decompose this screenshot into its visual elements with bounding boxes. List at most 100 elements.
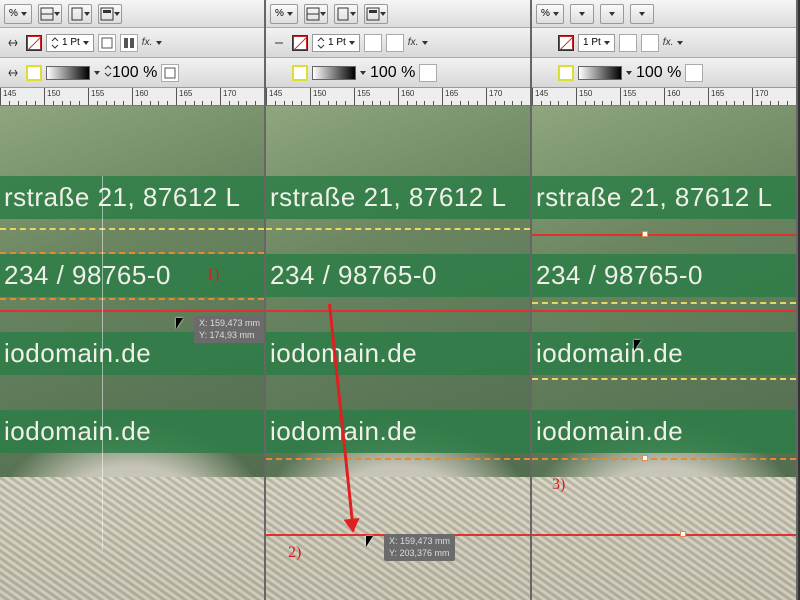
grid-icon	[306, 7, 320, 21]
panel-2: % 1 Pt fx. 100 % 145150155160165170175 r…	[266, 0, 532, 600]
selection-edge-bottom	[0, 298, 264, 300]
guide-red-top[interactable]	[266, 310, 530, 312]
horizontal-ruler[interactable]: 145150155160165170175	[266, 88, 530, 106]
link-icon-2[interactable]	[536, 64, 554, 82]
guide-handle[interactable]	[642, 455, 648, 461]
link-icon[interactable]	[536, 34, 554, 52]
text-line-domain-1[interactable]: iodomain.de	[532, 332, 796, 375]
view-mode-btn-1[interactable]	[570, 4, 594, 24]
gradient-selector[interactable]	[578, 66, 622, 80]
stroke-weight-field[interactable]: 1 Pt	[46, 34, 94, 52]
toolbar-top: %	[532, 0, 796, 28]
link-icon[interactable]	[270, 34, 288, 52]
gradient-selector[interactable]	[312, 66, 356, 80]
text-line-domain-2[interactable]: iodomain.de	[532, 410, 796, 453]
view-mode-btn-3[interactable]	[630, 4, 654, 24]
fill-swatch[interactable]	[292, 35, 308, 51]
link-icon-2[interactable]	[270, 64, 288, 82]
page-icon	[336, 7, 350, 21]
view-mode-btn-3[interactable]	[364, 4, 388, 24]
text-line-phone[interactable]: 234 / 98765-0	[0, 254, 264, 297]
panel-3: % 1 Pt fx. 100 % 145150155160165170175 r…	[532, 0, 798, 600]
toolbar-top: %	[266, 0, 530, 28]
coordinate-tooltip: X: 159,473 mm Y: 203,376 mm	[384, 534, 455, 561]
stroke-weight-field[interactable]: 1 Pt	[578, 34, 615, 52]
canvas-area[interactable]: rstraße 21, 87612 L 234 / 98765-0 iodoma…	[532, 106, 796, 600]
view-mode-btn-3[interactable]	[98, 4, 122, 24]
opacity-field[interactable]: 100 %	[636, 64, 681, 82]
layout-icon	[366, 7, 380, 21]
panel-1: % 1 Pt fx. 100 % 145150155160165170175 r…	[0, 0, 266, 600]
opacity-field[interactable]: 100 %	[370, 64, 415, 82]
toolbar-fill-row: 100 %	[266, 58, 530, 88]
fill-swatch[interactable]	[558, 35, 574, 51]
fx-dropdown[interactable]	[156, 41, 162, 45]
align-icon-1[interactable]	[619, 34, 637, 52]
guide-red-2[interactable]	[532, 310, 796, 312]
fill-swatch[interactable]	[26, 35, 42, 51]
align-icon-1[interactable]	[364, 34, 382, 52]
text-line-address[interactable]: rstraße 21, 87612 L	[0, 176, 264, 219]
guide-red-line[interactable]	[0, 310, 264, 312]
zoom-dropdown[interactable]: %	[270, 4, 298, 24]
tooltip-y: Y: 203,376 mm	[389, 548, 450, 560]
guide-dashed-3	[532, 458, 796, 460]
fx-button[interactable]: fx.	[663, 37, 674, 48]
fx-button[interactable]: fx.	[408, 37, 419, 48]
guide-dashed-yellow	[266, 228, 530, 230]
guide-handle[interactable]	[642, 231, 648, 237]
text-line-domain-2[interactable]: iodomain.de	[266, 410, 530, 453]
stepper-icon	[104, 65, 112, 77]
guide-red-3[interactable]	[532, 534, 796, 536]
view-mode-btn-1[interactable]	[38, 4, 62, 24]
horizontal-ruler[interactable]: 145150155160165170175	[532, 88, 796, 106]
text-line-address[interactable]: rstraße 21, 87612 L	[532, 176, 796, 219]
stroke-weight-field[interactable]: 1 Pt	[312, 34, 360, 52]
horizontal-ruler[interactable]: 145150155160165170175	[0, 88, 264, 106]
guide-red-1[interactable]	[532, 234, 796, 236]
view-mode-btn-2[interactable]	[334, 4, 358, 24]
text-line-phone[interactable]: 234 / 98765-0	[266, 254, 530, 297]
stepper-icon	[51, 37, 59, 49]
align-icon-1[interactable]	[98, 34, 116, 52]
toolbar-stroke-row: 1 Pt fx.	[532, 28, 796, 58]
fx-button[interactable]: fx.	[142, 37, 153, 48]
page-icon	[70, 7, 84, 21]
text-line-domain-1[interactable]: iodomain.de	[266, 332, 530, 375]
text-line-phone[interactable]: 234 / 98765-0	[532, 254, 796, 297]
annotation-marker-3: 3)	[552, 476, 565, 494]
text-line-address[interactable]: rstraße 21, 87612 L	[266, 176, 530, 219]
guide-dashed-2	[532, 378, 796, 380]
guide-dashed-1	[532, 302, 796, 304]
canvas-area[interactable]: rstraße 21, 87612 L 234 / 98765-0 iodoma…	[0, 106, 264, 600]
stroke-swatch[interactable]	[26, 65, 42, 81]
vertical-guide	[102, 176, 103, 550]
gradient-selector[interactable]	[46, 66, 90, 80]
tooltip-y: Y: 174,93 mm	[199, 330, 260, 342]
zoom-dropdown[interactable]: %	[536, 4, 564, 24]
opacity-field[interactable]: 100 %	[104, 64, 157, 82]
effects-icon[interactable]	[419, 64, 437, 82]
stroke-swatch[interactable]	[558, 65, 574, 81]
toolbar-stroke-row: 1 Pt fx.	[0, 28, 264, 58]
guide-handle[interactable]	[680, 531, 686, 537]
view-mode-btn-2[interactable]	[68, 4, 92, 24]
align-icon-2[interactable]	[386, 34, 404, 52]
link-icon-2[interactable]	[4, 64, 22, 82]
stroke-swatch[interactable]	[292, 65, 308, 81]
link-icon[interactable]	[4, 34, 22, 52]
selection-edge	[266, 458, 530, 460]
toolbar-fill-row: 100 %	[532, 58, 796, 88]
canvas-area[interactable]: rstraße 21, 87612 L 234 / 98765-0 iodoma…	[266, 106, 530, 600]
gradient-dropdown[interactable]	[94, 71, 100, 75]
zoom-dropdown[interactable]: %	[4, 4, 32, 24]
effects-icon[interactable]	[685, 64, 703, 82]
toolbar-stroke-row: 1 Pt fx.	[266, 28, 530, 58]
effects-icon[interactable]	[161, 64, 179, 82]
view-mode-btn-1[interactable]	[304, 4, 328, 24]
text-line-domain-2[interactable]: iodomain.de	[0, 410, 264, 453]
annotation-marker-2: 2)	[288, 544, 301, 562]
align-icon-2[interactable]	[120, 34, 138, 52]
view-mode-btn-2[interactable]	[600, 4, 624, 24]
align-icon-2[interactable]	[641, 34, 659, 52]
